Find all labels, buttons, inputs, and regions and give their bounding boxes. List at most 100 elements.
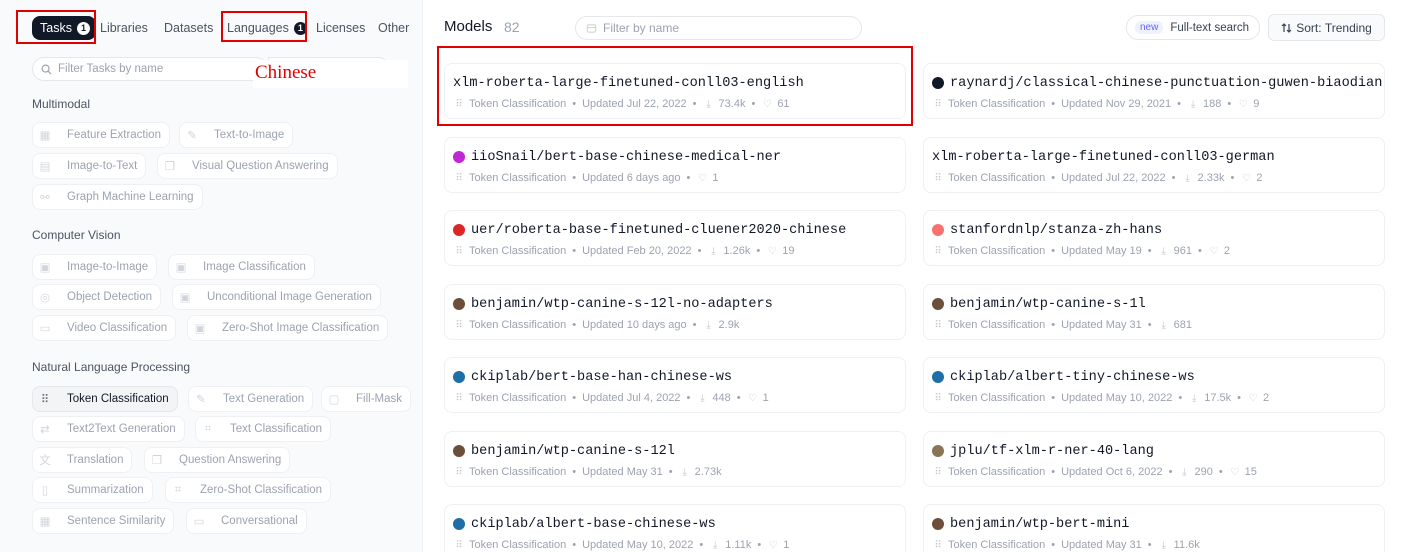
model-card[interactable]: xlm-roberta-large-finetuned-conll03-germ…	[923, 137, 1385, 193]
task-search-field[interactable]	[32, 57, 268, 81]
separator-dot: •	[686, 172, 691, 184]
task-chip[interactable]: ▦ Sentence Similarity	[32, 508, 175, 534]
updated-label: Updated 6 days ago	[582, 172, 681, 184]
task-chip[interactable]: ❐ Question Answering	[144, 447, 291, 473]
downloads-count: 290	[1194, 466, 1213, 478]
task-chip[interactable]: ❐ Visual Question Answering	[157, 153, 338, 179]
separator-dot: •	[692, 319, 697, 331]
model-card[interactable]: benjamin/wtp-canine-s-12l ⠿ Token Classifi…	[444, 431, 906, 487]
model-card[interactable]: jplu/tf-xlm-r-ner-40-lang ⠿ Token Classifi…	[923, 431, 1385, 487]
model-card[interactable]: iioSnail/bert-base-chinese-medical-ner ⠿ T…	[444, 137, 906, 193]
task-chip-label: Sentence Similarity	[67, 515, 166, 527]
download-icon: ⤓	[682, 466, 687, 478]
model-card[interactable]: benjamin/wtp-canine-s-1l ⠿ Token Classific…	[923, 284, 1385, 340]
model-name: benjamin/wtp-canine-s-12l-no-adapters	[471, 296, 773, 312]
model-meta: ⠿ Token Classification • Updated 6 days ago…	[453, 172, 905, 184]
download-icon: ⤓	[711, 245, 716, 257]
task-chip[interactable]: ▣ Zero-Shot Image Classification	[187, 315, 389, 341]
task-chip-label: Unconditional Image Generation	[207, 291, 372, 303]
tab-libraries[interactable]: Libraries	[100, 16, 148, 40]
model-card[interactable]: ckiplab/bert-base-han-chinese-ws ⠿ Token C…	[444, 357, 906, 413]
model-name: stanfordnlp/stanza-zh-hans	[950, 222, 1163, 238]
separator-dot: •	[1051, 172, 1056, 184]
model-card[interactable]: ckiplab/albert-tiny-chinese-ws ⠿ Token Cla…	[923, 357, 1385, 413]
avatar	[932, 371, 944, 383]
download-icon: ⤓	[706, 98, 711, 110]
download-icon: ⤓	[713, 539, 718, 551]
task-chip[interactable]: ⠿ Token Classification	[32, 386, 178, 412]
downloads-count: 11.6k	[1173, 539, 1200, 551]
tab-count-badge: 1	[293, 21, 307, 35]
task-chip[interactable]: ✎ Text Generation	[188, 386, 314, 412]
pen-icon: ✎	[196, 394, 206, 406]
token-classification-icon: ⠿	[934, 466, 942, 478]
model-name: raynardj/classical-chinese-punctuation-g…	[950, 75, 1383, 91]
task-chip[interactable]: ⇄ Text2Text Generation	[32, 416, 185, 442]
avatar	[453, 298, 465, 310]
task-chip[interactable]: ⚯ Graph Machine Learning	[32, 184, 203, 210]
model-meta: ⠿ Token Classification • Updated May 31 • ⤓ 2.…	[453, 466, 905, 478]
download-icon: ⤓	[1182, 466, 1187, 478]
task-chip-label: Visual Question Answering	[192, 160, 329, 172]
updated-label: Updated May 10, 2022	[1061, 392, 1173, 404]
model-card[interactable]: stanfordnlp/stanza-zh-hans ⠿ Token Classif…	[923, 210, 1385, 266]
task-chip[interactable]: ▭ Video Classification	[32, 315, 177, 341]
downloads-count: 2.9k	[718, 319, 740, 331]
likes-count: 9	[1253, 98, 1260, 110]
task-chip[interactable]: ▢ Fill-Mask	[321, 386, 411, 412]
model-name: ckiplab/albert-tiny-chinese-ws	[950, 369, 1195, 385]
sort-icon	[1281, 22, 1292, 34]
model-card[interactable]: uer/roberta-base-finetuned-cluener2020-c…	[444, 210, 906, 266]
task-chip[interactable]: ▣ Image-to-Image	[32, 254, 158, 280]
model-card[interactable]: raynardj/classical-chinese-punctuation-g…	[923, 63, 1385, 119]
task-chip[interactable]: ▭ Conversational	[186, 508, 307, 534]
task-chip[interactable]: ⌗ Text Classification	[195, 416, 332, 442]
likes-count: 1	[712, 172, 719, 184]
model-card[interactable]: ckiplab/albert-base-chinese-ws ⠿ Token Cla…	[444, 504, 906, 552]
section-title-computer-vision: Computer Vision	[32, 228, 121, 242]
sort-button[interactable]: Sort: Trending	[1268, 14, 1385, 41]
task-chip[interactable]: ▤ Image-to-Text	[32, 153, 147, 179]
model-name: benjamin/wtp-canine-s-12l	[471, 443, 675, 459]
task-chip-label: Video Classification	[67, 322, 168, 334]
separator-dot: •	[1051, 466, 1056, 478]
updated-label: Updated Feb 20, 2022	[582, 245, 692, 257]
task-chip[interactable]: ✎ Text-to-Image	[179, 122, 294, 148]
task-chip[interactable]: ▦ Feature Extraction	[32, 122, 170, 148]
task-search-input[interactable]	[58, 63, 267, 75]
tab-other[interactable]: Other	[378, 16, 409, 40]
model-card[interactable]: benjamin/wtp-canine-s-12l-no-adapters ⠿ To…	[444, 284, 906, 340]
heart-icon: ♡	[1209, 245, 1219, 257]
separator-dot: •	[572, 319, 577, 331]
filter-by-name-input[interactable]	[603, 21, 843, 35]
separator-dot: •	[572, 539, 577, 551]
separator-dot: •	[668, 466, 673, 478]
model-card-title: ckiplab/albert-base-chinese-ws	[453, 515, 905, 533]
task-chip[interactable]: ▣ Unconditional Image Generation	[172, 284, 381, 310]
tab-datasets[interactable]: Datasets	[164, 16, 213, 40]
full-text-search-button[interactable]: new Full-text search	[1126, 15, 1260, 40]
task-label: Token Classification	[469, 319, 567, 331]
tab-languages[interactable]: Languages 1	[227, 16, 307, 40]
tab-tasks[interactable]: Tasks 1	[32, 16, 96, 40]
heart-icon: ♡	[767, 245, 777, 257]
model-card[interactable]: benjamin/wtp-bert-mini ⠿ Token Classificat…	[923, 504, 1385, 552]
model-meta: ⠿ Token Classification • Updated Feb 20, 20…	[453, 245, 905, 257]
task-chip[interactable]: ▣ Image Classification	[168, 254, 315, 280]
task-label: Token Classification	[469, 98, 567, 110]
tags-icon: ⌗	[204, 422, 212, 435]
task-chip[interactable]: ▯ Summarization	[32, 477, 153, 503]
task-label: Token Classification	[469, 539, 567, 551]
task-chip[interactable]: ◎ Object Detection	[32, 284, 162, 310]
chat-icon: ▭	[193, 516, 205, 528]
model-card[interactable]: xlm-roberta-large-finetuned-conll03-engl…	[444, 63, 906, 119]
model-meta: ⠿ Token Classification • Updated Jul 22, 20…	[932, 172, 1384, 184]
task-chip[interactable]: ⌗ Zero-Shot Classification	[165, 477, 332, 503]
model-name: xlm-roberta-large-finetuned-conll03-engl…	[453, 75, 804, 91]
task-label: Token Classification	[948, 392, 1046, 404]
tab-licenses[interactable]: Licenses	[316, 16, 365, 40]
filter-by-name-field[interactable]	[575, 16, 862, 40]
updated-label: Updated Nov 29, 2021	[1061, 98, 1172, 110]
task-chip[interactable]: 文 Translation	[32, 447, 133, 473]
model-card-title: jplu/tf-xlm-r-ner-40-lang	[932, 442, 1384, 460]
